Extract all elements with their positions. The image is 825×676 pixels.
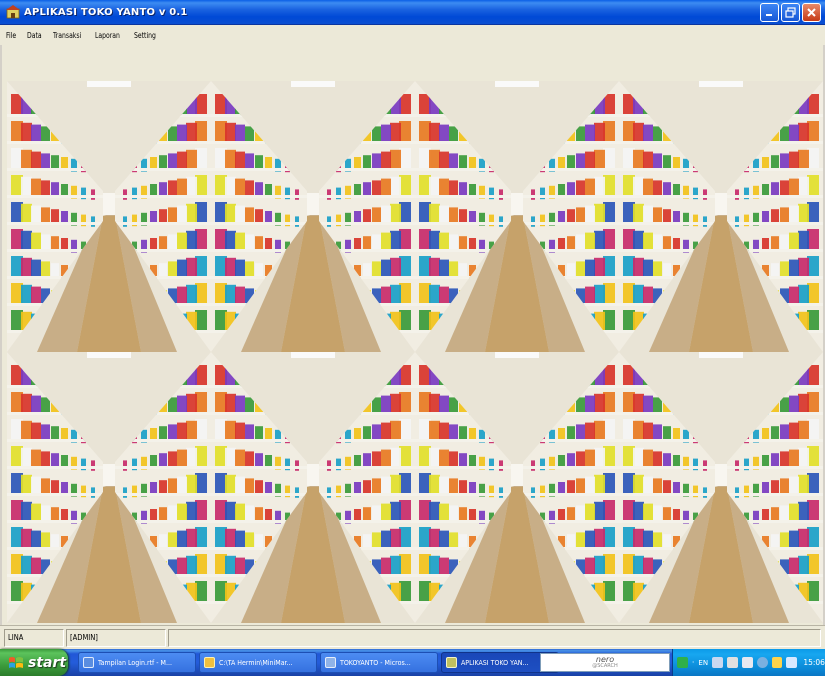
close-button[interactable] (802, 3, 821, 22)
system-tray: · EN 15:06 (672, 649, 825, 676)
task-label: C:\TA Hermin\MiniMar... (219, 658, 293, 667)
taskbar-item-folder[interactable]: C:\TA Hermin\MiniMar... (199, 652, 317, 673)
help-icon[interactable] (741, 657, 753, 668)
menu-data[interactable]: Data (27, 31, 46, 40)
close-icon (807, 8, 816, 17)
supermarket-wallpaper (7, 81, 823, 623)
folder-icon (204, 657, 215, 668)
taskbar-item-tampilan-login[interactable]: Tampilan Login.rtf - M... (78, 652, 196, 673)
menu-transaksi[interactable]: Transaksi (53, 31, 85, 40)
windows-logo-icon (9, 656, 23, 668)
wallpaper-tile (7, 352, 211, 623)
app-shop-icon (6, 5, 20, 19)
window-title: APLIKASI TOKO YANTO v 0.1 (24, 6, 188, 18)
status-bar: LINA [ADMIN] (0, 625, 825, 649)
wallpaper-tile (619, 81, 823, 352)
maximize-button[interactable] (781, 3, 800, 22)
vb-icon (325, 657, 336, 668)
menu-laporan[interactable]: Laporan (95, 31, 124, 40)
mdi-client-area (0, 45, 825, 625)
app-shop-icon (446, 657, 457, 668)
clock[interactable]: 15:06 (803, 658, 825, 667)
minimize-button[interactable] (760, 3, 779, 22)
wallpaper-tile (415, 81, 619, 352)
nero-logo: nero (595, 654, 615, 664)
wallpaper-tile (415, 352, 619, 623)
taskbar-item-vb[interactable]: TOKOYANTO - Micros... (320, 652, 438, 673)
volume-icon[interactable] (771, 657, 783, 668)
title-bar[interactable]: APLIKASI TOKO YANTO v 0.1 (0, 0, 825, 25)
windows-taskbar: start Tampilan Login.rtf - M... C:\TA He… (0, 649, 825, 676)
display-icon[interactable] (786, 657, 798, 668)
task-label: Tampilan Login.rtf - M... (98, 658, 172, 667)
status-user: LINA (4, 628, 64, 647)
menu-setting[interactable]: Setting (134, 31, 160, 40)
nero-search-box[interactable]: nero @SCARCH (540, 653, 670, 672)
task-label: TOKOYANTO - Micros... (340, 658, 411, 667)
keyboard-icon[interactable] (726, 657, 738, 668)
start-label: start (28, 654, 67, 671)
nero-sub: @SCARCH (592, 662, 618, 669)
wallpaper-tile (619, 352, 823, 623)
tray-arrow-icon[interactable] (677, 657, 688, 668)
status-empty-panel (168, 628, 821, 647)
wallpaper-tile (7, 81, 211, 352)
minimize-icon (766, 14, 772, 16)
menu-bar: File Data Transaksi Laporan Setting (0, 25, 825, 45)
task-label: APLIKASI TOKO YAN... (461, 658, 529, 667)
wallpaper-tile (211, 352, 415, 623)
wordpad-icon (83, 657, 94, 668)
start-button[interactable]: start (0, 649, 68, 676)
status-role: [ADMIN] (66, 628, 166, 647)
tray-dot: · (691, 658, 695, 667)
language-indicator[interactable]: EN (698, 659, 708, 667)
pen-icon[interactable] (712, 657, 723, 668)
menu-file[interactable]: File (6, 31, 20, 40)
network-icon[interactable] (756, 657, 768, 668)
wallpaper-tile (211, 81, 415, 352)
maximize-icon (785, 7, 796, 18)
